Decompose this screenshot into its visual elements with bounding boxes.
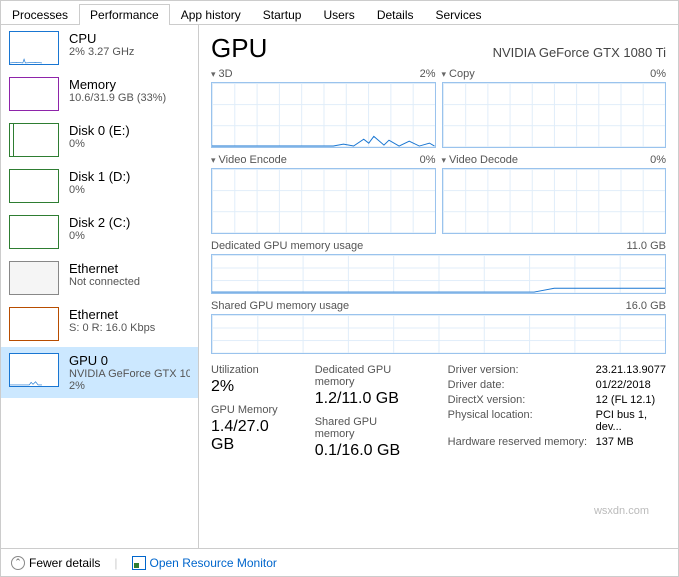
info-v: 23.21.13.9077 (596, 364, 666, 376)
engine-video-encode: ▾Video Encode 0% (211, 154, 436, 234)
info-k: Driver date: (448, 379, 588, 391)
dedmem-max: 11.0 GB (626, 240, 666, 252)
page-subtitle: NVIDIA GeForce GTX 1080 Ti (493, 45, 666, 60)
chevron-down-icon: ▾ (442, 69, 447, 79)
label: Ethernet (69, 261, 190, 276)
info-v: 137 MB (596, 436, 634, 448)
shmem-label: Shared GPU memory (315, 416, 418, 440)
label: Disk 2 (C:) (69, 215, 190, 230)
sidebar-item-gpu-0[interactable]: GPU 0NVIDIA GeForce GTX 1080 Ti2% (1, 347, 198, 398)
dedmem-value: 1.2/11.0 GB (315, 390, 418, 408)
engine-select[interactable]: ▾Video Encode (211, 154, 287, 166)
dedmem-label: Dedicated GPU memory usage (211, 240, 363, 252)
engine-select[interactable]: ▾Video Decode (442, 154, 518, 166)
info-k: Hardware reserved memory: (448, 436, 588, 448)
tab-performance[interactable]: Performance (79, 4, 170, 25)
info-v: PCI bus 1, dev... (596, 409, 666, 433)
info-v: 12 (FL 12.1) (596, 394, 656, 406)
engine-value: 0% (650, 154, 666, 166)
ethernet-thumb (9, 307, 59, 341)
engine-select[interactable]: ▾3D (211, 68, 233, 80)
tab-processes[interactable]: Processes (1, 4, 79, 25)
ethernet-thumb (9, 261, 59, 295)
shmem-label: Shared GPU memory usage (211, 300, 349, 312)
chart-video-encode (211, 168, 436, 234)
info-v: 01/22/2018 (596, 379, 651, 391)
sub2: 2% (69, 380, 190, 392)
chevron-up-icon: ⌃ (11, 556, 25, 570)
page-title: GPU (211, 33, 267, 64)
label: CPU (69, 31, 190, 46)
engine-video-decode: ▾Video Decode 0% (442, 154, 667, 234)
sidebar-item-disk-1[interactable]: Disk 1 (D:)0% (1, 163, 198, 209)
util-label: Utilization (211, 364, 285, 376)
tab-app-history[interactable]: App history (170, 4, 252, 25)
engine-value: 0% (650, 68, 666, 80)
sidebar-item-ethernet-0[interactable]: EthernetNot connected (1, 255, 198, 301)
sidebar-item-disk-0[interactable]: Disk 0 (E:)0% (1, 117, 198, 163)
label: Ethernet (69, 307, 190, 322)
shmem-value: 0.1/16.0 GB (315, 442, 418, 460)
memory-thumb (9, 77, 59, 111)
label: Disk 0 (E:) (69, 123, 190, 138)
info-k: Physical location: (448, 409, 588, 433)
sub: S: 0 R: 16.0 Kbps (69, 322, 190, 334)
sidebar-item-cpu[interactable]: CPU2% 3.27 GHz (1, 25, 198, 71)
tab-services[interactable]: Services (425, 4, 493, 25)
engine-copy: ▾Copy 0% (442, 68, 667, 148)
disk-thumb (9, 169, 59, 203)
gpumem-value: 1.4/27.0 GB (211, 418, 285, 454)
sub: Not connected (69, 276, 190, 288)
shmem-max: 16.0 GB (626, 300, 666, 312)
open-resource-monitor-link[interactable]: Open Resource Monitor (132, 556, 277, 570)
fewer-details-button[interactable]: ⌃Fewer details (11, 556, 100, 570)
disk-thumb (9, 123, 59, 157)
chart-dedicated-memory (211, 254, 666, 294)
tab-bar: Processes Performance App history Startu… (1, 1, 678, 25)
sub: NVIDIA GeForce GTX 1080 Ti (69, 368, 190, 380)
main-panel: GPU NVIDIA GeForce GTX 1080 Ti ▾3D 2% ▾Co… (199, 25, 678, 548)
info-k: Driver version: (448, 364, 588, 376)
dedmem-label: Dedicated GPU memory (315, 364, 418, 388)
gpumem-label: GPU Memory (211, 404, 285, 416)
engine-value: 0% (420, 154, 436, 166)
tab-users[interactable]: Users (312, 4, 365, 25)
chart-copy (442, 82, 667, 148)
label: GPU 0 (69, 353, 190, 368)
sidebar-item-disk-2[interactable]: Disk 2 (C:)0% (1, 209, 198, 255)
watermark: wsxdn.com (594, 505, 649, 517)
divider: | (114, 556, 117, 570)
tab-details[interactable]: Details (366, 4, 425, 25)
chart-video-decode (442, 168, 667, 234)
cpu-thumb (9, 31, 59, 65)
sub: 0% (69, 184, 190, 196)
sub: 0% (69, 138, 190, 150)
label: Disk 1 (D:) (69, 169, 190, 184)
sub: 10.6/31.9 GB (33%) (69, 92, 190, 104)
engine-value: 2% (420, 68, 436, 80)
engine-3d: ▾3D 2% (211, 68, 436, 148)
sidebar: CPU2% 3.27 GHz Memory10.6/31.9 GB (33%) … (1, 25, 199, 548)
footer: ⌃Fewer details | Open Resource Monitor (1, 548, 678, 576)
monitor-icon (132, 556, 146, 570)
chevron-down-icon: ▾ (211, 155, 216, 165)
sidebar-item-memory[interactable]: Memory10.6/31.9 GB (33%) (1, 71, 198, 117)
stats-panel: Utilization 2% GPU Memory 1.4/27.0 GB De… (211, 364, 666, 466)
tab-startup[interactable]: Startup (252, 4, 313, 25)
engine-select[interactable]: ▾Copy (442, 68, 475, 80)
chevron-down-icon: ▾ (442, 155, 447, 165)
util-value: 2% (211, 378, 285, 396)
gpu-thumb (9, 353, 59, 387)
sub: 0% (69, 230, 190, 242)
info-k: DirectX version: (448, 394, 588, 406)
chart-shared-memory (211, 314, 666, 354)
sub: 2% 3.27 GHz (69, 46, 190, 58)
chart-3d (211, 82, 436, 148)
label: Memory (69, 77, 190, 92)
chevron-down-icon: ▾ (211, 69, 216, 79)
sidebar-item-ethernet-1[interactable]: EthernetS: 0 R: 16.0 Kbps (1, 301, 198, 347)
disk-thumb (9, 215, 59, 249)
